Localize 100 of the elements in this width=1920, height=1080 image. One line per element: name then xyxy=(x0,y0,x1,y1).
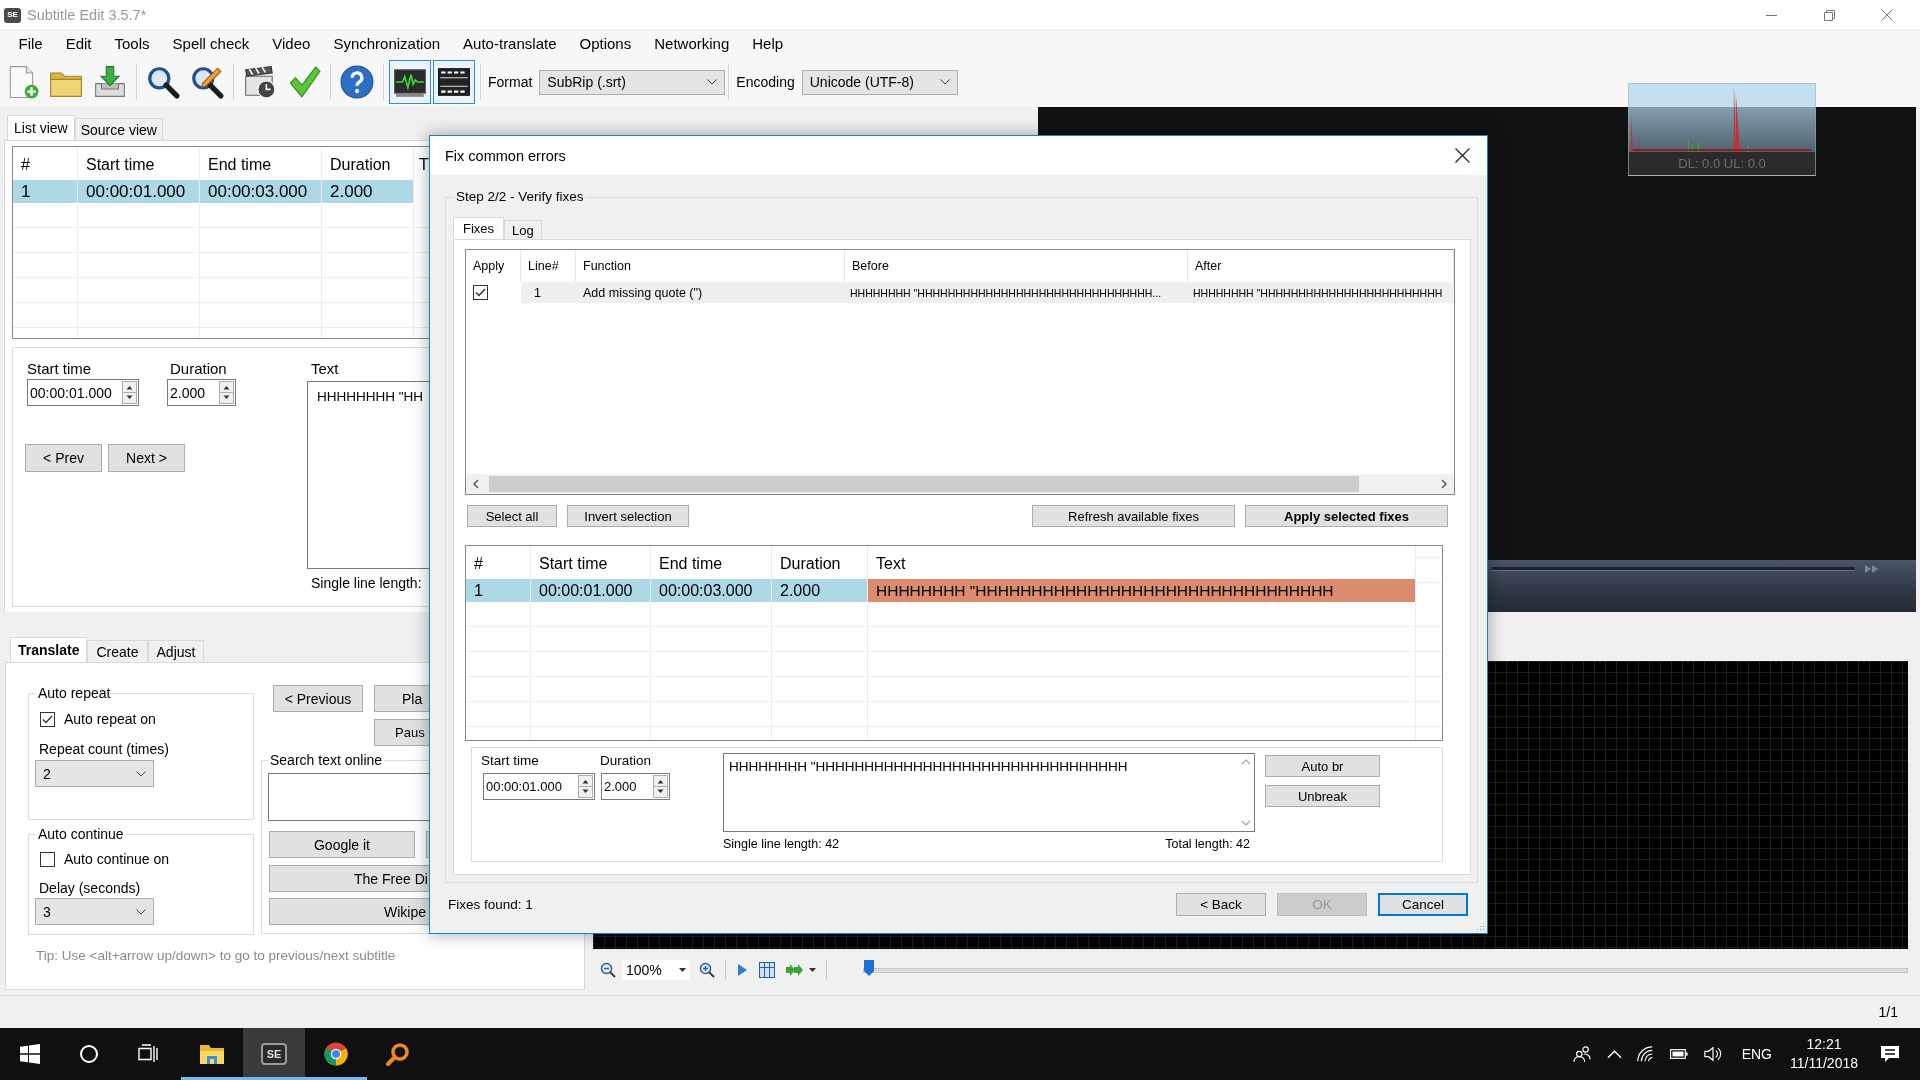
spinner-icon[interactable] xyxy=(653,775,668,798)
zoom-out-icon[interactable] xyxy=(600,962,616,978)
dialog-button[interactable]: < Back xyxy=(1176,893,1266,916)
nav-button[interactable]: < Prev xyxy=(25,444,102,472)
playback-button[interactable]: Paus xyxy=(374,719,431,746)
stacked-windows-icon xyxy=(137,1044,158,1064)
clapper-clock-icon xyxy=(243,65,277,99)
group-title: Auto continue xyxy=(37,826,125,842)
menu-item[interactable]: Options xyxy=(568,32,643,56)
repeat-count-dropdown[interactable]: 2 xyxy=(35,760,154,787)
format-dropdown[interactable]: SubRip (.srt) xyxy=(539,69,726,95)
double-arrow-icon[interactable] xyxy=(786,964,804,976)
text-field[interactable]: HHHHHHHH "HH xyxy=(307,381,432,569)
table-row[interactable]: 1 00:00:01.000 00:00:03.000 2.000 xyxy=(13,180,432,203)
speaker-icon[interactable] xyxy=(1703,1045,1722,1063)
tab[interactable]: Adjust xyxy=(147,640,205,662)
magnifier-icon xyxy=(385,1042,411,1066)
action-button[interactable]: Apply selected fixes xyxy=(1245,505,1448,527)
tab[interactable]: Fixes xyxy=(453,217,505,239)
slider-thumb[interactable] xyxy=(864,959,874,976)
clock-date[interactable]: 11/11/2018 xyxy=(1790,1054,1858,1073)
menu-item[interactable]: Spell check xyxy=(161,32,261,56)
table-cell: 00:00:03.000 xyxy=(200,180,322,203)
tab[interactable]: Source view xyxy=(74,118,163,140)
play-icon[interactable] xyxy=(738,964,747,976)
horizontal-scrollbar[interactable] xyxy=(466,474,1454,494)
caret-icon xyxy=(939,79,950,85)
folder-icon xyxy=(199,1042,225,1066)
checkbox[interactable] xyxy=(40,711,55,727)
checkbox-label: Auto repeat on xyxy=(64,710,156,728)
menu-item[interactable]: Edit xyxy=(54,32,104,56)
waveform-toggle[interactable] xyxy=(389,60,431,104)
action-button[interactable]: Refresh available fixes xyxy=(1032,505,1235,527)
text-tool-button[interactable]: Unbreak xyxy=(1265,785,1380,807)
download-icon xyxy=(93,65,127,99)
checkbox[interactable] xyxy=(40,851,55,867)
format-label: Format xyxy=(488,74,533,90)
seek-track[interactable] xyxy=(1492,567,1855,571)
spinner-icon[interactable] xyxy=(219,381,234,404)
caret-icon[interactable] xyxy=(809,968,816,972)
fast-forward-icon[interactable] xyxy=(1865,565,1879,573)
table-cell: 00:00:03.000 xyxy=(651,579,772,602)
table-cell: 1 xyxy=(521,282,576,303)
people-icon[interactable] xyxy=(1572,1045,1591,1063)
round-logo-icon xyxy=(323,1042,349,1066)
spinner-icon[interactable] xyxy=(578,775,593,798)
close-icon xyxy=(1454,148,1470,163)
text-field[interactable]: HHHHHHHH "HHHHHHHHHHHHHHHHHHHHHHHHHHHHHHHH xyxy=(723,753,1255,832)
table-row[interactable]: 1 Add missing quote (") HHHHHHHH "HHHHHHHHHHHHHHHHHHHHHHHHHHHHHHH... HHHHHHHH "HHHHHHHHHHHHHHHHHHHHHHHH xyxy=(466,282,1454,303)
language-indicator[interactable]: ENG xyxy=(1741,1046,1772,1062)
resize-grip-icon[interactable] xyxy=(1476,922,1485,931)
menu-item[interactable]: Synchronization xyxy=(321,32,452,56)
clock-time[interactable]: 12:21 xyxy=(1806,1035,1842,1054)
tab[interactable]: Log xyxy=(504,220,542,239)
columns-icon[interactable] xyxy=(759,962,775,978)
video-toggle[interactable] xyxy=(433,60,475,104)
checkbox[interactable] xyxy=(473,285,488,300)
action-button[interactable]: Select all xyxy=(467,505,557,527)
scroll-thumb[interactable] xyxy=(489,476,1359,492)
zoom-dropdown[interactable]: 100% xyxy=(621,959,691,981)
zoom-in-icon[interactable] xyxy=(699,962,715,978)
table-row[interactable]: 1 00:00:01.000 00:00:03.000 2.000 HHHHHHHH "HHHHHHHHHHHHHHHHHHHHHHHHHHHHHHHH xyxy=(466,579,1442,602)
text-tool-button[interactable]: Auto br xyxy=(1265,755,1380,777)
checkmark-icon xyxy=(287,65,321,99)
search-button[interactable]: Wikipe xyxy=(269,898,429,925)
subtitle-counter: 1/1 xyxy=(1878,1004,1898,1020)
menu-item[interactable]: File xyxy=(7,32,55,56)
tab[interactable]: List view xyxy=(7,115,75,140)
tip-text: Tip: Use <alt+arrow up/down> to go to previous/next subtitle xyxy=(36,948,397,963)
menu-item[interactable]: Auto-translate xyxy=(451,32,568,56)
menu-item[interactable]: Networking xyxy=(642,32,741,56)
search-text-field[interactable] xyxy=(268,773,429,821)
field-label: Start time xyxy=(27,360,93,378)
search-button[interactable]: The Free Di xyxy=(269,865,429,892)
circle-icon xyxy=(78,1044,99,1064)
dialog-button[interactable]: Cancel xyxy=(1378,893,1468,916)
playback-button[interactable]: Pla xyxy=(374,685,431,712)
tab[interactable]: Translate xyxy=(10,637,88,662)
menu-item[interactable]: Help xyxy=(740,32,795,56)
wifi-icon[interactable] xyxy=(1635,1045,1654,1063)
group-title: Search text online xyxy=(269,752,384,768)
menu-item[interactable]: Tools xyxy=(103,32,162,56)
restore-icon xyxy=(1823,9,1835,21)
start-time-field[interactable]: 00:00:01.000 xyxy=(27,379,139,406)
duration-field[interactable]: 2.000 xyxy=(167,379,236,406)
taskbar-app[interactable]: SE xyxy=(243,1028,305,1080)
menu-item[interactable]: Video xyxy=(260,32,322,56)
field-label: Duration xyxy=(600,753,653,769)
playback-button[interactable]: < Previous xyxy=(273,685,363,712)
chevron-up-icon[interactable] xyxy=(1606,1049,1622,1059)
delay-dropdown[interactable]: 3 xyxy=(35,898,154,925)
duration-field[interactable]: 2.000 xyxy=(601,773,670,800)
tab[interactable]: Create xyxy=(87,640,148,662)
action-button[interactable]: Invert selection xyxy=(567,505,689,527)
start-time-field[interactable]: 00:00:01.000 xyxy=(483,773,595,800)
notification-icon[interactable] xyxy=(1880,1045,1900,1063)
spinner-icon[interactable] xyxy=(122,381,137,404)
search-button[interactable]: Google it xyxy=(269,831,415,858)
nav-button[interactable]: Next > xyxy=(108,444,185,472)
encoding-dropdown[interactable]: Unicode (UTF-8) xyxy=(801,69,958,95)
